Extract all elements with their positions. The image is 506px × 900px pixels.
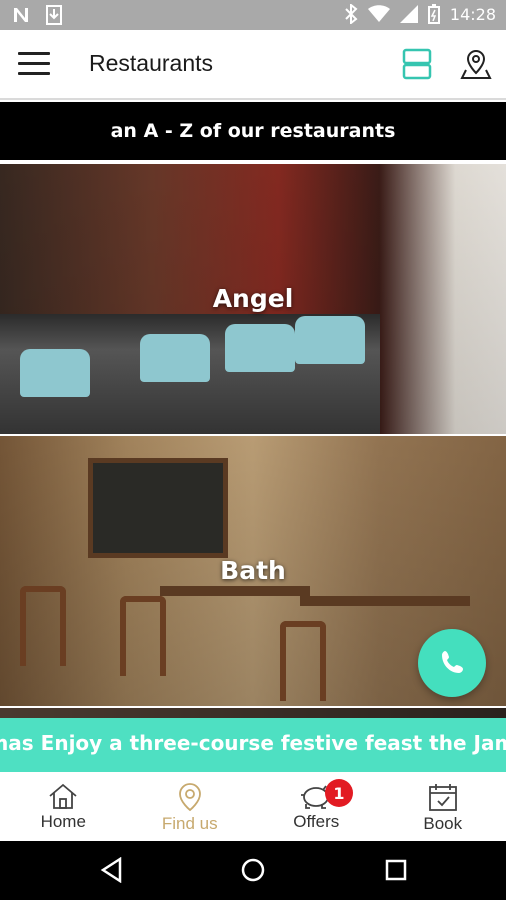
chalkboard-image xyxy=(88,458,228,558)
wifi-icon xyxy=(367,5,390,22)
home-circle-icon[interactable] xyxy=(241,857,265,883)
status-time: 14:28 xyxy=(449,4,496,24)
restaurant-name: Bath xyxy=(220,556,286,585)
menu-icon[interactable] xyxy=(18,52,50,78)
nav-label-offers: Offers xyxy=(293,812,340,831)
recents-icon[interactable] xyxy=(384,857,408,883)
ticker-text: stmas Enjoy a three-course festive feast… xyxy=(0,731,506,755)
nav-item-book[interactable]: Book xyxy=(380,772,506,841)
location-pin-icon xyxy=(178,783,201,812)
nav-label-home: Home xyxy=(40,812,86,831)
home-icon xyxy=(49,783,77,809)
offers-badge: 1 xyxy=(325,779,353,807)
map-pin-icon[interactable] xyxy=(460,48,492,80)
download-icon xyxy=(46,5,62,25)
signal-icon xyxy=(399,5,418,23)
phone-icon xyxy=(442,651,463,673)
back-icon[interactable] xyxy=(100,857,124,883)
bottom-nav: Home Find us 1 Offers Book xyxy=(0,772,506,841)
system-nav-bar xyxy=(0,841,506,900)
battery-icon xyxy=(427,4,440,24)
call-button[interactable] xyxy=(418,629,486,697)
n-icon xyxy=(14,8,28,22)
nav-label-find-us: Find us xyxy=(161,814,218,833)
nav-item-offers[interactable]: 1 Offers xyxy=(253,772,380,841)
page-title: Restaurants xyxy=(89,50,214,76)
restaurant-name: Angel xyxy=(212,284,294,313)
nav-item-find-us[interactable]: Find us xyxy=(127,772,254,841)
nav-item-home[interactable]: Home xyxy=(0,772,127,841)
bluetooth-icon xyxy=(345,4,358,24)
list-view-icon[interactable] xyxy=(402,48,432,80)
nav-label-book: Book xyxy=(423,814,463,833)
status-bar: 14:28 xyxy=(0,0,506,30)
app-bar: Restaurants xyxy=(0,30,506,100)
promo-ticker[interactable]: stmas Enjoy a three-course festive feast… xyxy=(0,718,506,772)
calendar-check-icon xyxy=(428,784,457,811)
az-banner: an A - Z of our restaurants xyxy=(0,102,506,160)
restaurant-card-angel[interactable]: Angel xyxy=(0,164,506,434)
